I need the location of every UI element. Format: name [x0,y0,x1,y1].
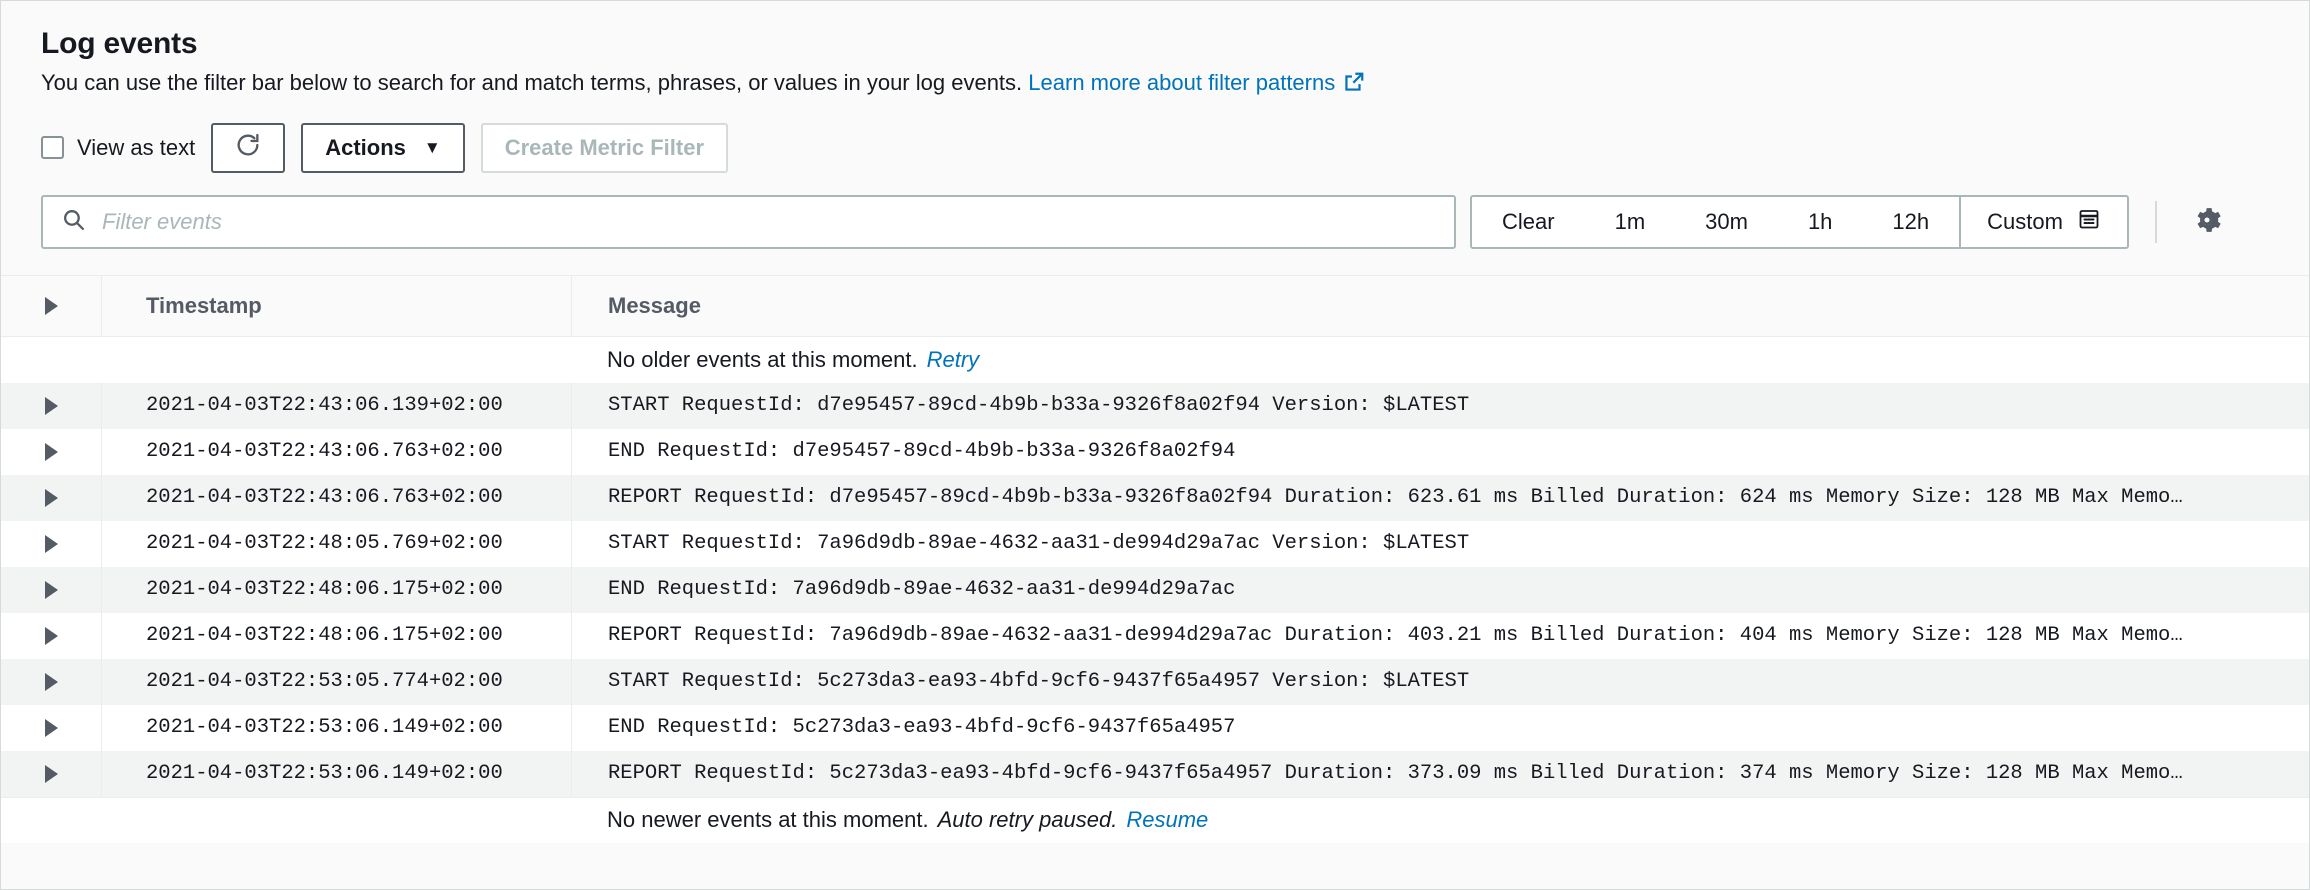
table-row[interactable]: 2021-04-03T22:48:06.175+02:00 END Request… [1,566,2309,613]
row-expand-toggle[interactable] [1,442,101,461]
row-timestamp: 2021-04-03T22:53:06.149+02:00 [101,704,571,751]
chevron-right-icon[interactable] [44,396,58,415]
resume-link[interactable]: Resume [1126,807,1208,833]
row-timestamp: 2021-04-03T22:48:06.175+02:00 [101,612,571,659]
row-expand-toggle[interactable] [1,718,101,737]
table-row[interactable]: 2021-04-03T22:43:06.763+02:00 REPORT Requ… [1,474,2309,521]
older-events-notice: No older events at this moment. Retry [1,336,2309,383]
panel-description: You can use the filter bar below to sear… [41,67,2269,99]
table-row[interactable]: 2021-04-03T22:53:05.774+02:00 START Reque… [1,658,2309,705]
row-expand-toggle[interactable] [1,764,101,783]
newer-events-notice: No newer events at this moment. Auto ret… [1,796,2309,843]
table-row[interactable]: 2021-04-03T22:43:06.763+02:00 END Request… [1,428,2309,475]
create-metric-filter-label: Create Metric Filter [504,134,705,160]
row-timestamp: 2021-04-03T22:43:06.139+02:00 [101,382,571,429]
chevron-right-icon[interactable] [44,488,58,507]
row-message: START RequestId: 5c273da3-ea93-4bfd-9cf6… [571,658,2309,705]
table-row[interactable]: 2021-04-03T22:53:06.149+02:00 END Request… [1,704,2309,751]
expand-all-toggle[interactable] [1,296,101,315]
auto-retry-status: Auto retry paused. [937,807,1118,833]
calendar-icon [2077,207,2101,237]
row-message: REPORT RequestId: 5c273da3-ea93-4bfd-9cf… [571,750,2309,797]
table-body: 2021-04-03T22:43:06.139+02:00 START Reque… [1,382,2309,797]
range-1m-button[interactable]: 1m [1585,197,1676,247]
log-events-panel: Log events You can use the filter bar be… [0,0,2310,890]
refresh-button[interactable] [211,122,286,173]
chevron-right-icon[interactable] [44,580,58,599]
row-timestamp: 2021-04-03T22:43:06.763+02:00 [101,474,571,521]
range-30m-button[interactable]: 30m [1675,197,1778,247]
notice-timestamp-spacer-bottom [101,798,571,843]
learn-more-label: Learn more about filter patterns [1028,70,1336,95]
toolbar-separator [2154,200,2157,243]
range-12h-button[interactable]: 12h [1862,197,1959,247]
row-timestamp: 2021-04-03T22:48:05.769+02:00 [101,520,571,567]
checkbox-box[interactable] [41,136,64,160]
row-expand-toggle[interactable] [1,672,101,691]
row-timestamp: 2021-04-03T22:43:06.763+02:00 [101,428,571,475]
row-message: START RequestId: 7a96d9db-89ae-4632-aa31… [571,520,2309,567]
chevron-right-icon[interactable] [44,534,58,553]
chevron-right-icon[interactable] [44,296,58,315]
chevron-down-icon: ▼ [423,138,441,158]
chevron-right-icon[interactable] [44,764,58,783]
create-metric-filter-button[interactable]: Create Metric Filter [480,122,729,173]
row-expand-toggle[interactable] [1,626,101,645]
newer-events-notice-message: No newer events at this moment. Auto ret… [571,798,2309,843]
row-message: END RequestId: d7e95457-89cd-4b9b-b33a-9… [571,428,2309,475]
range-clear-button[interactable]: Clear [1472,197,1585,247]
table-row[interactable]: 2021-04-03T22:53:06.149+02:00 REPORT Requ… [1,750,2309,797]
notice-timestamp-spacer [101,337,571,383]
newer-events-notice-text: No newer events at this moment. [607,807,929,833]
row-message: REPORT RequestId: 7a96d9db-89ae-4632-aa3… [571,612,2309,659]
chevron-right-icon[interactable] [44,672,58,691]
actions-label: Actions [325,134,406,160]
filter-row: Clear 1m 30m 1h 12h Custom [1,173,2309,249]
table-header-row: Timestamp Message [1,274,2309,337]
custom-label: Custom [1987,208,2063,234]
row-message: START RequestId: d7e95457-89cd-4b9b-b33a… [571,382,2309,429]
view-as-text-label: View as text [77,134,196,160]
row-message: REPORT RequestId: d7e95457-89cd-4b9b-b33… [571,474,2309,521]
older-events-notice-text: No older events at this moment. [607,346,918,372]
external-link-icon [1343,70,1365,102]
range-1h-button[interactable]: 1h [1778,197,1862,247]
retry-link[interactable]: Retry [927,347,980,373]
row-timestamp: 2021-04-03T22:53:06.149+02:00 [101,750,571,797]
row-timestamp: 2021-04-03T22:53:05.774+02:00 [101,658,571,705]
table-row[interactable]: 2021-04-03T22:48:05.769+02:00 START Reque… [1,520,2309,567]
row-expand-toggle[interactable] [1,488,101,507]
chevron-right-icon[interactable] [44,718,58,737]
page-title: Log events [41,27,198,60]
range-custom-button[interactable]: Custom [1959,196,2127,247]
settings-button[interactable] [2183,198,2231,246]
older-events-notice-message: No older events at this moment. Retry [571,337,2309,383]
row-expand-toggle[interactable] [1,534,101,553]
row-expand-toggle[interactable] [1,580,101,599]
actions-dropdown-button[interactable]: Actions ▼ [301,122,465,173]
log-events-table: Timestamp Message No older events at thi… [1,274,2309,889]
row-expand-toggle[interactable] [1,396,101,415]
view-as-text-checkbox[interactable]: View as text [41,135,195,161]
column-header-timestamp[interactable]: Timestamp [101,275,571,336]
learn-more-link[interactable]: Learn more about filter patterns [1028,67,1365,99]
row-message: END RequestId: 5c273da3-ea93-4bfd-9cf6-9… [571,704,2309,751]
gear-icon [2190,203,2224,240]
panel-header: Log events You can use the filter bar be… [1,1,2309,99]
filter-events-search-box[interactable] [41,194,1456,249]
column-header-message[interactable]: Message [571,275,2309,336]
row-message: END RequestId: 7a96d9db-89ae-4632-aa31-d… [571,566,2309,613]
toolbar: View as text Actions ▼ Create Metric Fil… [1,99,2309,173]
table-row[interactable]: 2021-04-03T22:43:06.139+02:00 START Reque… [1,382,2309,429]
search-icon [61,207,86,237]
chevron-right-icon[interactable] [44,442,58,461]
chevron-right-icon[interactable] [44,626,58,645]
refresh-icon [234,131,262,165]
panel-description-text: You can use the filter bar below to sear… [41,70,1023,95]
table-row[interactable]: 2021-04-03T22:48:06.175+02:00 REPORT Requ… [1,612,2309,659]
time-range-group: Clear 1m 30m 1h 12h Custom [1470,194,2129,249]
row-timestamp: 2021-04-03T22:48:06.175+02:00 [101,566,571,613]
search-input[interactable] [100,207,1436,236]
